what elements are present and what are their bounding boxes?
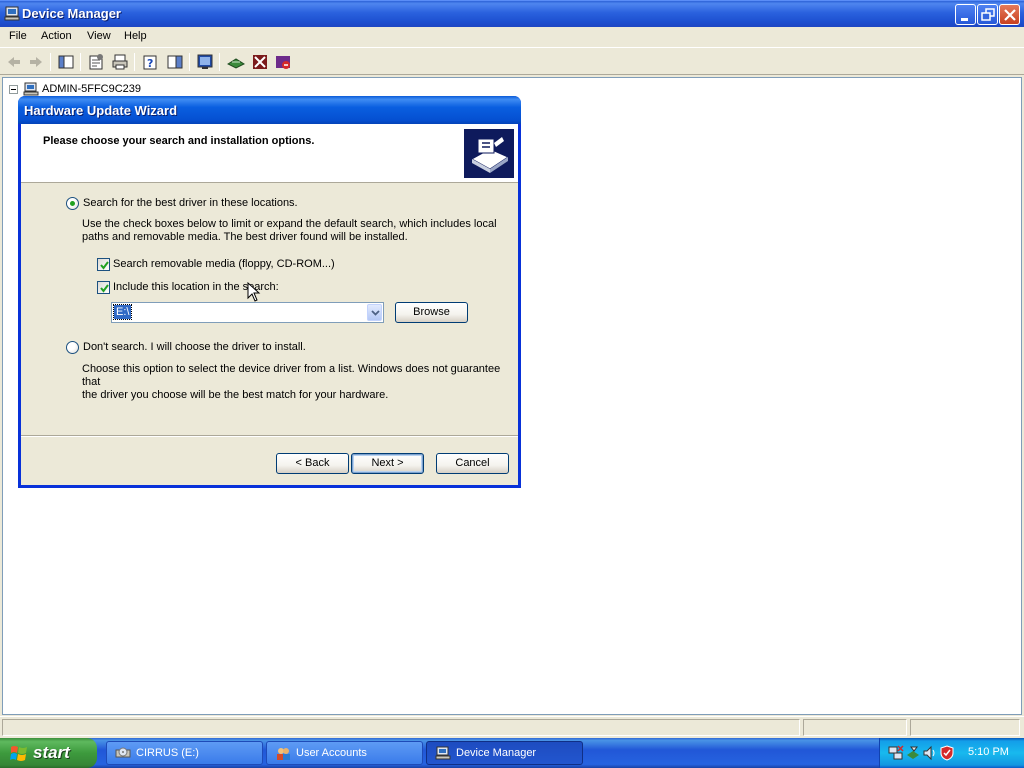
disable-device-icon[interactable] (274, 53, 292, 71)
chevron-down-icon (371, 310, 380, 316)
description-line: paths and removable media. The best driv… (82, 231, 408, 243)
uninstall-icon[interactable] (251, 53, 269, 71)
status-pane-tertiary (910, 719, 1020, 736)
menu-bar: File Action View Help (0, 27, 1024, 47)
search-removable-media-checkbox[interactable] (97, 258, 110, 271)
toolbar: ? (0, 47, 1024, 75)
taskbar-item-user-accounts[interactable]: User Accounts (266, 741, 423, 765)
cd-drive-icon (115, 747, 131, 758)
show-hide-action-pane-icon[interactable] (166, 53, 184, 71)
computer-icon (435, 746, 451, 760)
taskbar-item-cirrus[interactable]: CIRRUS (E:) (106, 741, 263, 765)
wizard-body: Search for the best driver in these loca… (21, 184, 518, 434)
menu-action[interactable]: Action (41, 30, 72, 42)
security-shield-icon[interactable] (939, 745, 955, 761)
start-label: start (33, 743, 70, 762)
wizard-title: Hardware Update Wizard (24, 103, 178, 118)
user-accounts-icon (277, 748, 290, 760)
wizard-heading: Please choose your search and installati… (43, 135, 315, 147)
network-icon[interactable] (888, 745, 904, 761)
close-button[interactable] (999, 4, 1020, 25)
print-icon[interactable] (111, 53, 129, 71)
help-icon[interactable]: ? (141, 53, 159, 71)
status-pane-secondary (803, 719, 907, 736)
checkmark-icon (100, 261, 109, 270)
minimize-icon (961, 18, 968, 21)
include-location-checkbox[interactable] (97, 281, 110, 294)
search-removable-media-label[interactable]: Search removable media (floppy, CD-ROM..… (113, 258, 335, 270)
taskbar-item-label: CIRRUS (E:) (136, 747, 199, 759)
status-pane-main (2, 719, 800, 736)
toolbar-separator (134, 53, 135, 71)
cancel-button[interactable]: Cancel (436, 453, 509, 474)
menu-view[interactable]: View (87, 30, 111, 42)
svg-text:?: ? (147, 57, 153, 70)
forward-arrow-icon[interactable] (27, 53, 45, 71)
search-locations-label[interactable]: Search for the best driver in these loca… (83, 197, 298, 209)
safely-remove-hardware-icon[interactable] (905, 745, 921, 761)
computer-icon (23, 82, 39, 96)
search-locations-description: Use the check boxes below to limit or ex… (82, 218, 497, 244)
properties-icon[interactable] (87, 53, 105, 71)
description-line: Use the check boxes below to limit or ex… (82, 218, 497, 230)
update-driver-icon[interactable] (227, 53, 245, 71)
toolbar-separator (80, 53, 81, 71)
toolbar-separator (189, 53, 190, 71)
hardware-wizard-icon (464, 129, 514, 178)
menu-file[interactable]: File (9, 30, 27, 42)
tree-collapse-toggle[interactable] (9, 85, 18, 94)
choose-driver-description: Choose this option to select the device … (82, 363, 518, 402)
clock[interactable]: 5:10 PM (968, 746, 1009, 758)
description-line: the driver you choose will be the best m… (82, 389, 389, 401)
close-icon (1004, 9, 1016, 21)
location-dropdown-button[interactable] (367, 304, 382, 321)
hardware-update-wizard-dialog: Hardware Update Wizard Please choose you… (18, 96, 521, 488)
wizard-titlebar[interactable]: Hardware Update Wizard (18, 96, 521, 124)
system-tray: 5:10 PM (879, 738, 1024, 768)
windows-logo-icon (10, 746, 27, 761)
restore-icon (981, 8, 995, 21)
checkmark-icon (100, 284, 109, 293)
mouse-pointer-icon (247, 282, 261, 302)
wizard-footer-divider (21, 435, 518, 437)
taskbar: start CIRRUS (E:) User Accounts Device M… (0, 738, 1024, 768)
device-manager-app-icon (4, 6, 20, 21)
location-combobox[interactable]: E:\ (111, 302, 384, 323)
toolbar-separator (50, 53, 51, 71)
browse-button[interactable]: Browse (395, 302, 468, 323)
choose-driver-label[interactable]: Don't search. I will choose the driver t… (83, 341, 306, 353)
toolbar-separator (219, 53, 220, 71)
back-arrow-icon[interactable] (5, 53, 23, 71)
tree-root-label: ADMIN-5FFC9C239 (42, 83, 142, 95)
scan-hardware-changes-icon[interactable] (196, 53, 214, 71)
show-hide-console-tree-icon[interactable] (57, 53, 75, 71)
start-button[interactable]: start (0, 738, 97, 768)
search-locations-radio[interactable] (66, 197, 79, 210)
wizard-header: Please choose your search and installati… (21, 124, 518, 183)
sound-icon[interactable] (922, 745, 938, 761)
location-input-value[interactable]: E:\ (112, 304, 133, 320)
taskbar-item-label: Device Manager (456, 747, 537, 759)
menu-help[interactable]: Help (124, 30, 147, 42)
choose-driver-radio[interactable] (66, 341, 79, 354)
taskbar-item-label: User Accounts (296, 747, 367, 759)
back-button[interactable]: < Back (276, 453, 349, 474)
description-line: Choose this option to select the device … (82, 363, 501, 388)
restore-button[interactable] (977, 4, 998, 25)
next-button[interactable]: Next > (351, 453, 424, 474)
minimize-button[interactable] (955, 4, 976, 25)
status-bar (0, 716, 1024, 738)
window-title: Device Manager (22, 6, 121, 21)
window-titlebar[interactable]: Device Manager (0, 0, 1024, 27)
taskbar-item-device-manager[interactable]: Device Manager (426, 741, 583, 765)
